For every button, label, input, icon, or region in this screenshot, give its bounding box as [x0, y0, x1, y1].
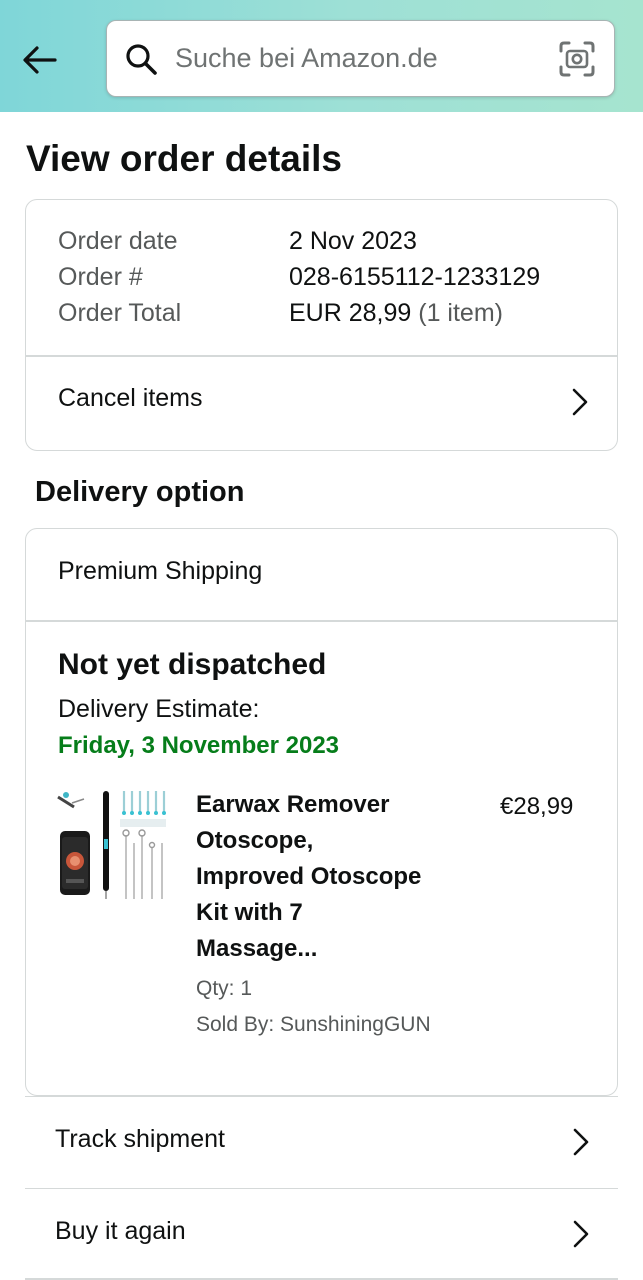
- product-title[interactable]: Earwax Remover Otoscope, Improved Otosco…: [196, 787, 466, 967]
- order-total-value: EUR 28,99 (1 item): [289, 299, 503, 328]
- top-bar: [0, 0, 643, 112]
- order-summary-card: Order date 2 Nov 2023 Order # 028-615511…: [25, 199, 618, 451]
- back-button[interactable]: [18, 38, 62, 82]
- search-box[interactable]: [106, 20, 615, 97]
- product-title-line: Otoscope,: [196, 827, 314, 854]
- product-title-line: Earwax Remover: [196, 791, 390, 818]
- shipping-method: Premium Shipping: [58, 557, 263, 585]
- page-title: View order details: [26, 138, 342, 179]
- search-input[interactable]: [175, 35, 545, 81]
- divider: [25, 1278, 618, 1280]
- otoscope-kit-product-image[interactable]: [56, 787, 170, 903]
- product-title-line: Improved Otoscope: [196, 863, 422, 890]
- product-title-line: Massage...: [196, 935, 318, 962]
- track-shipment-label: Track shipment: [55, 1125, 225, 1153]
- product-seller: Sold By: SunshiningGUN: [196, 1013, 431, 1036]
- track-shipment-row[interactable]: Track shipment: [25, 1096, 618, 1187]
- divider: [26, 620, 617, 622]
- cancel-items-label: Cancel items: [58, 384, 203, 412]
- chevron-right-icon: [573, 1128, 589, 1156]
- product-price: €28,99: [500, 793, 574, 820]
- order-number-value: 028-6155112-1233129: [289, 263, 541, 291]
- delivery-option-heading: Delivery option: [35, 476, 245, 508]
- back-arrow-icon: [23, 46, 57, 74]
- shipment-status: Not yet dispatched: [58, 648, 327, 681]
- order-total-amount: EUR 28,99: [289, 299, 412, 327]
- chevron-right-icon: [573, 1220, 589, 1248]
- order-total-label: Order Total: [58, 299, 182, 327]
- delivery-estimate-date: Friday, 3 November 2023: [58, 732, 340, 759]
- buy-it-again-label: Buy it again: [55, 1217, 186, 1245]
- order-item-count: (1 item): [418, 299, 503, 327]
- search-icon: [126, 44, 157, 75]
- product-title-line: Kit with 7: [196, 899, 303, 926]
- buy-it-again-row[interactable]: Buy it again: [25, 1188, 618, 1279]
- delivery-card: Premium Shipping Not yet dispatched Deli…: [25, 528, 618, 1096]
- cancel-items-row[interactable]: Cancel items: [26, 357, 617, 450]
- order-date-value: 2 Nov 2023: [289, 227, 417, 255]
- order-date-label: Order date: [58, 227, 178, 255]
- camera-scan-icon[interactable]: [558, 40, 596, 78]
- order-number-label: Order #: [58, 263, 143, 291]
- delivery-estimate-label: Delivery Estimate:: [58, 695, 260, 723]
- chevron-right-icon: [572, 388, 588, 416]
- product-quantity: Qty: 1: [196, 977, 253, 1000]
